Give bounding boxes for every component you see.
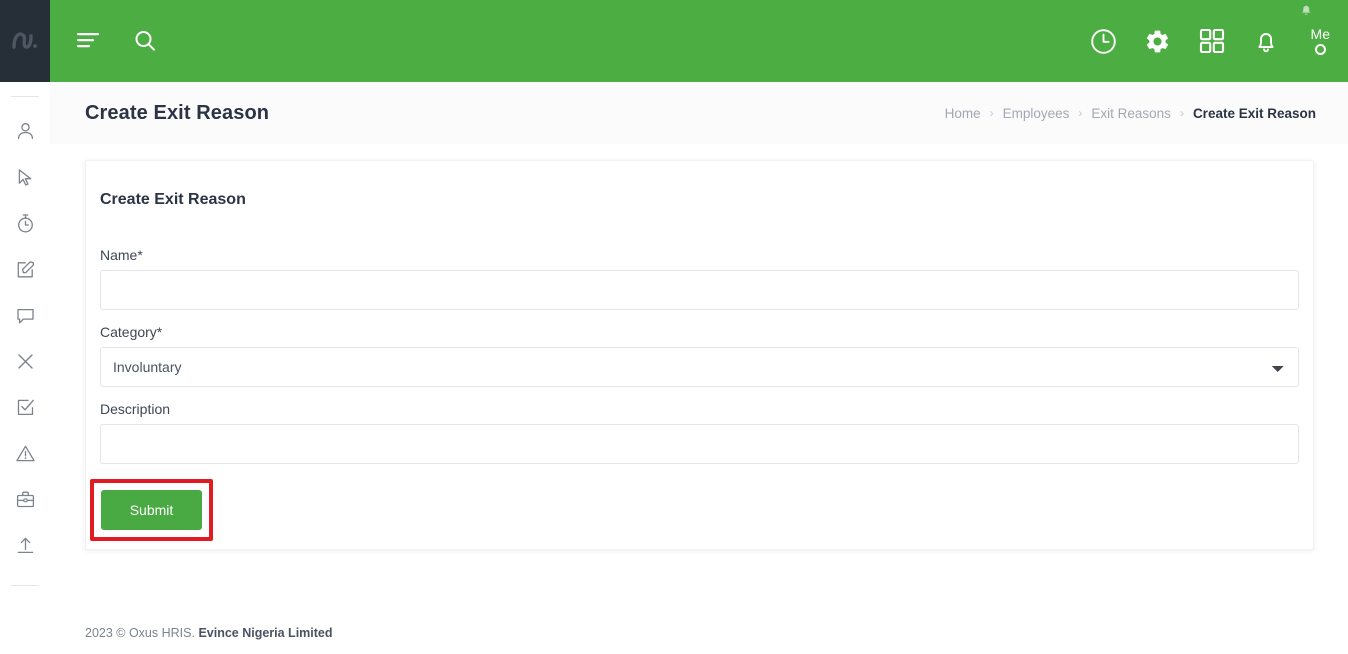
- description-label: Description: [100, 401, 171, 417]
- user-menu[interactable]: Me: [1303, 25, 1330, 56]
- sidebar-item-jobs[interactable]: [0, 479, 50, 525]
- name-label: Name*: [100, 247, 143, 263]
- search-icon[interactable]: [128, 24, 162, 58]
- breadcrumb: Home › Employees › Exit Reasons › Create…: [945, 106, 1316, 121]
- bell-icon[interactable]: [1249, 24, 1283, 58]
- sidebar-item-recruitment[interactable]: [0, 157, 50, 203]
- field-description: Description: [100, 401, 1299, 464]
- exit-reason-form: Name* Category* Involuntary Voluntary De…: [90, 247, 1299, 541]
- user-circle-icon: [1314, 44, 1326, 56]
- upload-arrow-icon: [15, 535, 36, 561]
- user-menu-label: Me: [1310, 25, 1330, 42]
- sidebar-item-alerts[interactable]: [0, 433, 50, 479]
- oxus-logo-mark-icon: [10, 26, 40, 57]
- person-icon: [15, 121, 36, 147]
- close-x-icon: [15, 351, 36, 377]
- breadcrumb-item-home[interactable]: Home: [945, 106, 981, 121]
- brand-logo[interactable]: [0, 0, 50, 82]
- submit-button-wrapper: Submit: [90, 479, 213, 541]
- submit-button[interactable]: Submit: [101, 490, 202, 530]
- sidebar-item-messages[interactable]: [0, 295, 50, 341]
- footer-company: Evince Nigeria Limited: [198, 626, 333, 640]
- sidebar-divider-top: [11, 96, 39, 97]
- pencil-edit-icon: [15, 259, 36, 285]
- name-input[interactable]: [100, 270, 1299, 310]
- sidebar-item-uploads[interactable]: [0, 525, 50, 571]
- page-title: Create Exit Reason: [85, 101, 270, 124]
- sidebar-item-time-tracking[interactable]: [0, 203, 50, 249]
- sidebar-nav: [0, 82, 50, 654]
- create-exit-reason-card: Create Exit Reason Name* Category* Invol…: [85, 160, 1314, 550]
- footer-text: 2023 © Oxus HRIS. Evince Nigeria Limited: [85, 626, 333, 640]
- breadcrumb-item-employees[interactable]: Employees: [1003, 106, 1070, 121]
- breadcrumb-item-current: Create Exit Reason: [1192, 105, 1316, 121]
- grid-apps-icon[interactable]: [1195, 24, 1229, 58]
- chevron-right-icon: ›: [989, 106, 994, 120]
- chevron-right-icon: ›: [1078, 106, 1083, 120]
- hamburger-menu-icon[interactable]: [72, 24, 106, 58]
- sidebar-item-performance[interactable]: [0, 249, 50, 295]
- page-header: Create Exit Reason Home › Employees › Ex…: [50, 82, 1348, 144]
- top-header-bar: Me: [50, 0, 1348, 82]
- app-root: Me Create Exit Reason Home › Employees ›…: [0, 0, 1348, 654]
- category-select[interactable]: Involuntary Voluntary: [100, 347, 1299, 387]
- card-title: Create Exit Reason: [100, 191, 246, 208]
- sidebar-item-tasks[interactable]: [0, 387, 50, 433]
- field-name: Name*: [100, 247, 1299, 310]
- description-input[interactable]: [100, 424, 1299, 464]
- header-right-group: Me: [1087, 24, 1348, 58]
- clock-icon[interactable]: [1087, 24, 1121, 58]
- breadcrumb-item-exit-reasons[interactable]: Exit Reasons: [1091, 106, 1171, 121]
- gear-icon[interactable]: [1141, 24, 1175, 58]
- chat-bubble-icon: [15, 305, 36, 331]
- field-category: Category* Involuntary Voluntary: [100, 324, 1299, 387]
- chevron-right-icon: ›: [1179, 106, 1184, 120]
- page-footer: 2023 © Oxus HRIS. Evince Nigeria Limited: [50, 612, 1348, 654]
- sidebar-divider-bottom: [11, 585, 39, 586]
- footer-copyright: 2023 © Oxus HRIS.: [85, 626, 195, 640]
- cursor-icon: [15, 167, 36, 193]
- category-label: Category*: [100, 324, 163, 340]
- warning-triangle-icon: [15, 443, 36, 469]
- sidebar-item-employees[interactable]: [0, 111, 50, 157]
- header-left-group: [50, 24, 162, 58]
- bell-badge-icon: [1298, 1, 1314, 17]
- checkbox-icon: [15, 397, 36, 423]
- sidebar-item-exits[interactable]: [0, 341, 50, 387]
- stopwatch-icon: [15, 213, 36, 239]
- briefcase-icon: [15, 489, 36, 515]
